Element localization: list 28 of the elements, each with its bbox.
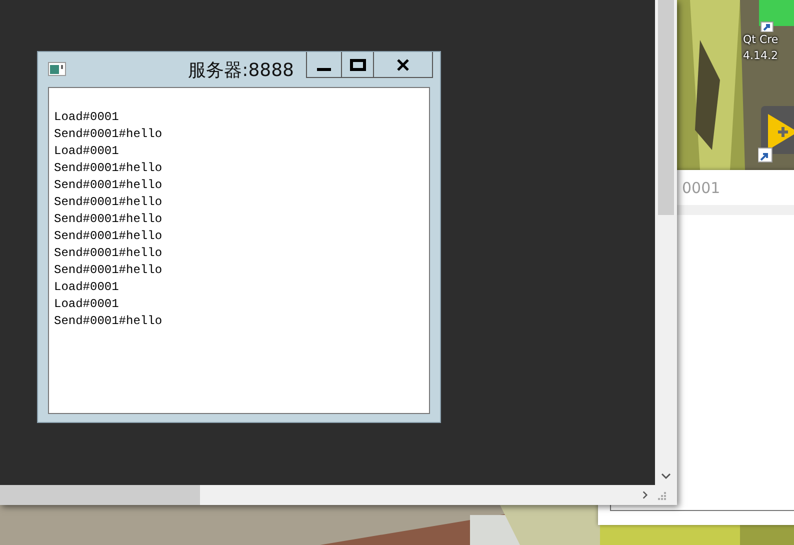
window-icon [48,62,66,76]
log-line: Send#0001#hello [54,126,164,143]
log-text-area[interactable]: Load#0001 Send#0001#hello Load#0001 Send#0001#hello Send#0001#hello Send#0001#hello Send#0001#hello Send#0001#hello Send#0001#hello Send#0001#hello Load#0001 Load#0001 Send#0001#hello [48,87,430,414]
window-text: 0001 [682,178,720,196]
log-line: Load#0001 [54,143,120,160]
log-line: Send#0001#hello [54,194,164,211]
maximize-icon [350,58,366,70]
log-line: Load#0001 [54,279,120,296]
log-line: Send#0001#hello [54,228,164,245]
chevron-down-icon[interactable] [660,471,672,481]
log-line: Send#0001#hello [54,160,164,177]
icon-label: 4.14.2 [743,48,778,64]
minimize-icon [317,68,331,71]
resize-grip-icon[interactable] [655,489,667,501]
horizontal-scrollbar[interactable] [0,485,655,505]
vertical-scrollbar[interactable] [655,0,677,485]
shortcut-icon[interactable] [758,106,794,164]
log-line: Send#0001#hello [54,177,164,194]
log-line: Send#0001#hello [54,245,164,262]
icon-label: Qt Cre [743,32,778,48]
log-line: Load#0001 [54,296,120,313]
log-line: Send#0001#hello [54,211,164,228]
log-line: Send#0001#hello [54,262,164,279]
log-line: Load#0001 [54,109,120,126]
window-title: 服务器:8888 [187,59,295,82]
app-icon[interactable] [757,0,794,32]
close-icon [397,58,409,70]
log-line: Send#0001#hello [54,313,164,330]
